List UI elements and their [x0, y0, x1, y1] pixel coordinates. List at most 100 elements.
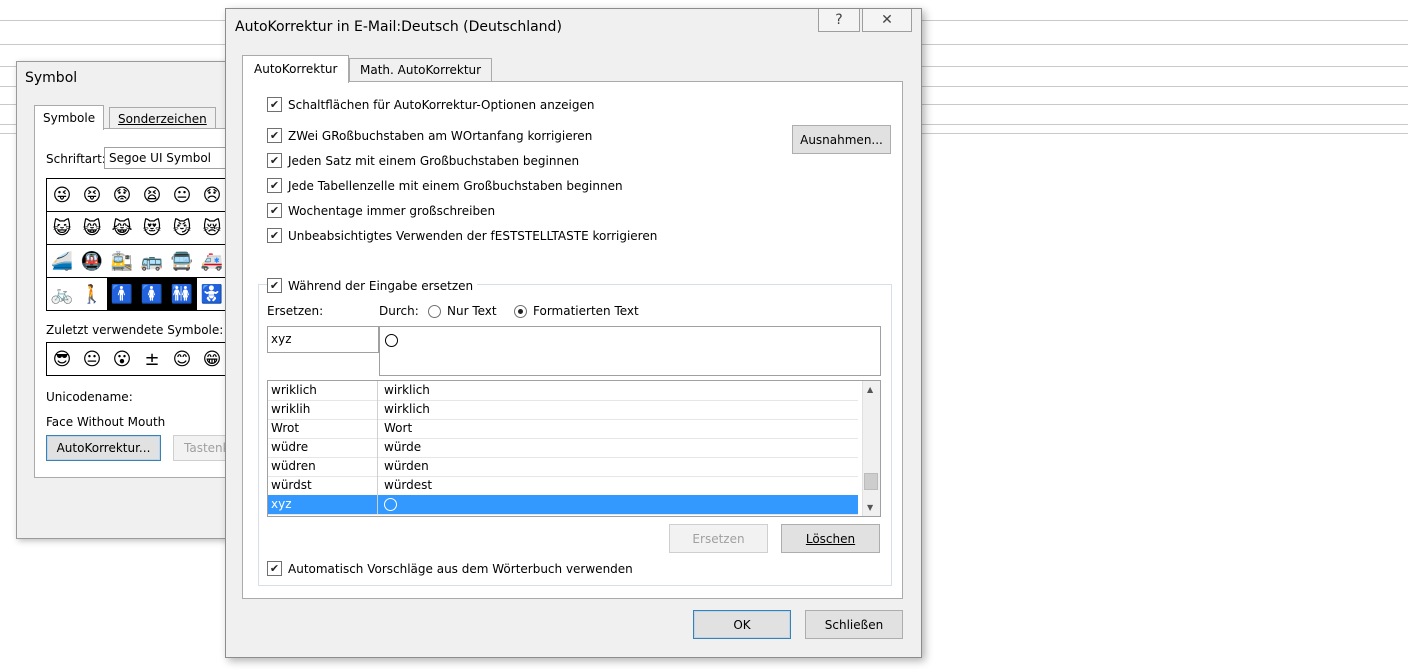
radio-plain-text[interactable]: Nur Text: [428, 304, 497, 318]
tab-symbole-label: Symbole: [43, 111, 96, 125]
unicode-name-value: Face Without Mouth: [46, 415, 166, 429]
option-checkbox[interactable]: ✔ Schaltflächen für AutoKorrektur-Optione…: [267, 97, 594, 112]
exceptions-button[interactable]: Ausnahmen...: [792, 125, 891, 154]
replace-while-typing-checkbox[interactable]: ✔ Während der Eingabe ersetzen: [267, 278, 478, 293]
checkbox-mark: ✔: [267, 228, 282, 243]
symbol-cell[interactable]: 😼: [167, 212, 198, 245]
symbol-cell[interactable]: 🚌: [137, 245, 168, 278]
list-item-from: Wrot: [268, 419, 378, 438]
symbol-cell[interactable]: 🚻: [167, 278, 198, 311]
symbol-cell[interactable]: 😜: [47, 179, 78, 212]
ok-button-label: OK: [733, 617, 751, 632]
tab-math-autokorrektur[interactable]: Math. AutoKorrektur: [349, 58, 493, 81]
with-label: Durch:: [379, 304, 419, 318]
symbol-cell[interactable]: 🚼: [197, 278, 228, 311]
with-input[interactable]: [379, 326, 881, 376]
autocorrect-list[interactable]: wriklich wirklich wriklih wirklich Wrot Wort w…: [267, 380, 881, 517]
font-select[interactable]: Segoe UI Symbol: [104, 147, 244, 169]
recent-symbol-cell[interactable]: 😎: [47, 343, 78, 376]
option-checkbox[interactable]: ✔ Jede Tabellenzelle mit einem Großbuchst…: [267, 178, 623, 193]
radio-formatted-text[interactable]: Formatierten Text: [514, 304, 639, 318]
list-item[interactable]: xyz: [268, 495, 858, 515]
scroll-thumb[interactable]: [864, 473, 878, 490]
list-item-to: wirklich: [384, 383, 430, 397]
list-item[interactable]: wüdre würde: [268, 438, 858, 458]
symbol-cell[interactable]: 😝: [77, 179, 108, 212]
symbol-cell[interactable]: 🚶: [77, 278, 108, 311]
symbol-cell[interactable]: 🚍: [167, 245, 198, 278]
checkbox-mark: ✔: [267, 561, 282, 576]
tab-math-label: Math. AutoKorrektur: [360, 63, 482, 77]
delete-button[interactable]: Löschen: [781, 524, 880, 553]
symbol-cell[interactable]: 😻: [137, 212, 168, 245]
radio-plain-label: Nur Text: [447, 304, 497, 318]
list-item[interactable]: wriklich wirklich: [268, 381, 858, 401]
option-label: Unbeabsichtigtes Verwenden der fESTSTELL…: [288, 228, 658, 243]
symbol-cell[interactable]: 🚇: [77, 245, 108, 278]
list-item-to: Wort: [384, 421, 413, 435]
autocorrect-dialog: AutoKorrektur in E-Mail:Deutsch (Deutsch…: [225, 8, 922, 658]
close-icon[interactable]: ✕: [862, 9, 912, 32]
option-label: Wochentage immer großschreiben: [288, 203, 496, 218]
symbol-dialog-title: Symbol: [25, 70, 78, 86]
symbol-cell[interactable]: 😹: [107, 212, 138, 245]
symbol-panel: Schriftart: Segoe UI Symbol 😜 😝 😟 😫 😐 😞 😺 😸 😹 😻 😼 😿…: [34, 128, 253, 478]
symbol-cell[interactable]: 🚉: [107, 245, 138, 278]
symbol-cell[interactable]: 🚹: [107, 278, 138, 311]
shortcut-key-button-label: Tastenk: [184, 441, 230, 455]
autocorrect-button[interactable]: AutoKorrektur...: [46, 435, 161, 461]
list-item[interactable]: wüdren würden: [268, 457, 858, 477]
close-button-label: Schließen: [824, 617, 884, 632]
autocorrect-dialog-title: AutoKorrektur in E-Mail:Deutsch (Deutsch…: [235, 19, 562, 35]
recent-symbol-cell[interactable]: 😐: [77, 343, 108, 376]
symbol-cell[interactable]: 😿: [197, 212, 228, 245]
radio-formatted-label: Formatierten Text: [533, 304, 639, 318]
radio-formatted-indicator: [514, 304, 527, 318]
list-item[interactable]: wriklih wirklich: [268, 400, 858, 420]
unicode-name-label: Unicodename:: [46, 390, 133, 404]
option-checkbox[interactable]: ✔ Wochentage immer großschreiben: [267, 203, 495, 218]
symbol-cell[interactable]: 😺: [47, 212, 78, 245]
symbol-cell[interactable]: 😸: [77, 212, 108, 245]
replace-input[interactable]: xyz: [267, 326, 379, 353]
list-scrollbar[interactable]: ▲ ▼: [862, 381, 880, 516]
symbol-cell[interactable]: 🚲: [47, 278, 78, 311]
recent-symbol-cell[interactable]: ±: [137, 343, 168, 376]
scroll-up-icon[interactable]: ▲: [867, 385, 873, 394]
recent-symbol-cell[interactable]: 😮: [107, 343, 138, 376]
recent-symbols-grid: 😎 😐 😮 ± 😊 😁: [46, 342, 228, 376]
ok-button[interactable]: OK: [693, 610, 791, 639]
symbol-cell[interactable]: 😫: [137, 179, 168, 212]
list-item[interactable]: Wrot Wort: [268, 419, 858, 439]
scroll-down-icon[interactable]: ▼: [867, 503, 873, 512]
symbol-cell[interactable]: 😐: [167, 179, 198, 212]
option-checkbox[interactable]: ✔ Jeden Satz mit einem Großbuchstaben beg…: [267, 153, 579, 168]
help-icon[interactable]: ?: [818, 9, 860, 32]
symbol-cell[interactable]: 🚑: [197, 245, 228, 278]
option-checkbox[interactable]: ✔ Unbeabsichtigtes Verwenden der fESTSTEL…: [267, 228, 657, 243]
option-checkbox[interactable]: ✔ ZWei GRoßbuchstaben am WOrtanfang korri…: [267, 128, 592, 143]
close-button[interactable]: Schließen: [805, 610, 903, 639]
recent-symbol-cell[interactable]: 😊: [167, 343, 198, 376]
suggestions-checkbox[interactable]: ✔ Automatisch Vorschläge aus dem Wörterb…: [267, 561, 633, 576]
symbol-cell[interactable]: 🚄: [47, 245, 78, 278]
checkbox-mark: ✔: [267, 278, 282, 293]
symbol-cell[interactable]: 🚺: [137, 278, 168, 311]
list-item-to: würden: [384, 459, 429, 473]
tab-symbole[interactable]: Symbole: [34, 105, 105, 130]
replace-button[interactable]: Ersetzen: [669, 524, 768, 553]
symbol-dialog: Symbol Symbole Sonderzeichen Schriftart:…: [16, 61, 253, 539]
checkbox-mark: ✔: [267, 153, 282, 168]
list-item-from: wüdre: [268, 438, 378, 457]
symbol-cell[interactable]: 😞: [197, 179, 228, 212]
recent-symbol-cell[interactable]: 😁: [197, 343, 228, 376]
list-item-from: wriklich: [268, 381, 378, 400]
replace-label: Ersetzen:: [267, 304, 324, 318]
tab-autokorrektur[interactable]: AutoKorrektur: [242, 55, 350, 83]
autocorrect-button-label: AutoKorrektur...: [56, 441, 151, 455]
option-label: Jede Tabellenzelle mit einem Großbuchsta…: [288, 178, 623, 193]
symbol-cell[interactable]: 😟: [107, 179, 138, 212]
tab-sonderzeichen[interactable]: Sonderzeichen: [109, 107, 216, 130]
list-item[interactable]: würdst würdest: [268, 476, 858, 496]
option-label: ZWei GRoßbuchstaben am WOrtanfang korrig…: [288, 128, 593, 143]
